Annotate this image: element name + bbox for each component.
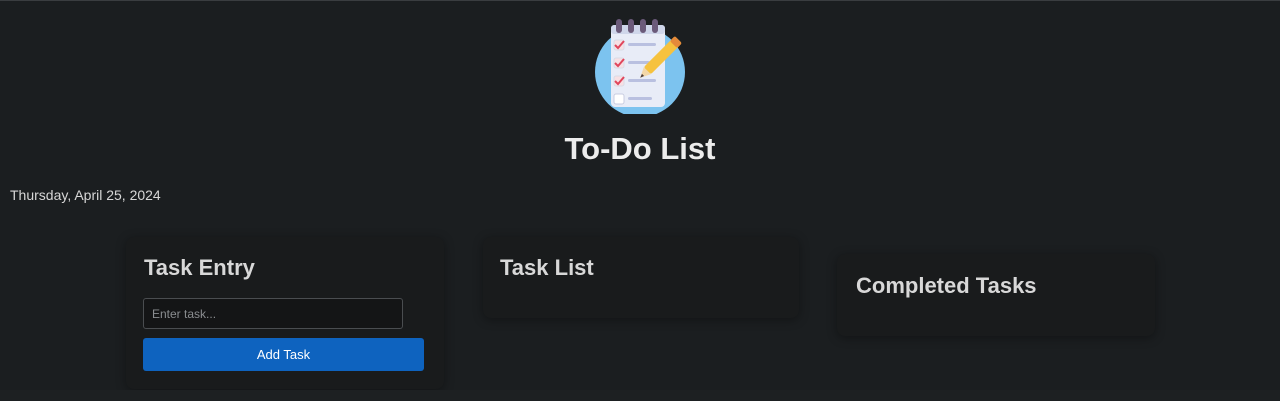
page-title: To-Do List bbox=[564, 131, 716, 166]
task-list-heading: Task List bbox=[500, 255, 594, 280]
notepad-checklist-pencil-icon bbox=[595, 19, 685, 114]
task-list-card: Task List bbox=[483, 237, 799, 318]
completed-tasks-heading: Completed Tasks bbox=[856, 273, 1037, 298]
task-entry-heading: Task Entry bbox=[144, 255, 255, 280]
task-entry-card: Task Entry Add Task bbox=[126, 237, 444, 389]
current-date: Thursday, April 25, 2024 bbox=[10, 187, 161, 203]
top-border bbox=[0, 0, 1280, 1]
task-input[interactable] bbox=[143, 298, 403, 329]
completed-tasks-card: Completed Tasks bbox=[837, 254, 1155, 336]
add-task-button[interactable]: Add Task bbox=[143, 338, 424, 371]
bottom-strip bbox=[0, 390, 1280, 401]
